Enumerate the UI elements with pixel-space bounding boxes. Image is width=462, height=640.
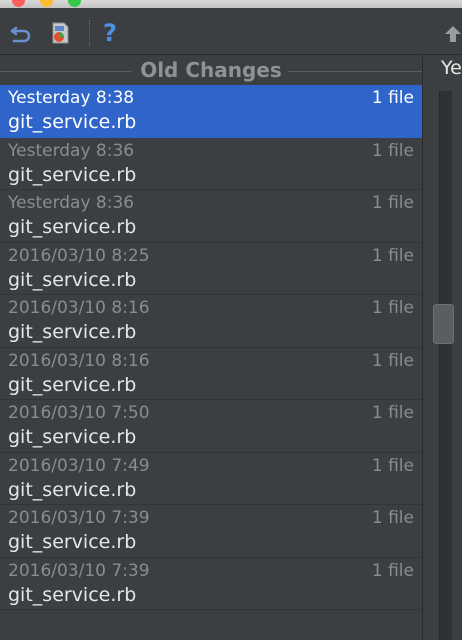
change-timestamp: Yesterday 8:38 — [8, 88, 135, 108]
file-name: git_service.rb — [8, 478, 137, 501]
change-timestamp: 2016/03/10 8:25 — [8, 245, 150, 266]
change-timestamp: 2016/03/10 7:49 — [8, 455, 150, 476]
group-header: Old Changes — [0, 55, 422, 85]
file-name: git_service.rb — [8, 163, 137, 186]
details-panel: Ye — [423, 55, 462, 640]
file-name: git_service.rb — [8, 321, 137, 343]
group-title: Old Changes — [140, 58, 282, 82]
vertical-scrollbar[interactable] — [439, 91, 452, 640]
list-item[interactable]: Yesterday 8:38 1 file git_service.rb — [0, 85, 422, 138]
file-count: 1 file — [371, 140, 414, 161]
file-name: git_service.rb — [8, 216, 137, 238]
history-list-panel: Old Changes Yesterday 8:38 1 file git_serv… — [0, 55, 423, 640]
change-timestamp: Yesterday 8:36 — [8, 193, 135, 213]
file-name: git_service.rb — [8, 426, 137, 448]
help-icon: ? — [103, 19, 117, 47]
file-name: git_service.rb — [8, 268, 137, 291]
list-item[interactable]: Yesterday 8:36 1 file git_service.rb — [0, 190, 422, 243]
list-item[interactable]: 2016/03/10 8:25 1 file git_service.rb — [0, 243, 422, 295]
list-item[interactable]: Yesterday 8:36 1 file git_service.rb — [0, 138, 422, 190]
window-title-bar — [0, 0, 462, 8]
change-timestamp: 2016/03/10 7:39 — [8, 508, 150, 528]
divider — [288, 71, 422, 72]
file-count: 1 file — [371, 455, 414, 476]
toolbar-separator — [89, 20, 91, 46]
change-timestamp: Yesterday 8:36 — [8, 140, 135, 161]
list-item[interactable]: 2016/03/10 8:16 1 file git_service.rb — [0, 348, 422, 400]
file-name: git_service.rb — [8, 531, 137, 553]
change-timestamp: 2016/03/10 7:50 — [8, 403, 150, 423]
list-item[interactable]: 2016/03/10 7:39 1 file git_service.rb — [0, 505, 422, 558]
change-timestamp: 2016/03/10 8:16 — [8, 298, 150, 318]
scrollbar-thumb[interactable] — [433, 304, 454, 344]
file-count: 1 file — [371, 508, 414, 528]
file-name: git_service.rb — [8, 583, 137, 606]
list-item[interactable]: 2016/03/10 8:16 1 file git_service.rb — [0, 295, 422, 348]
file-name: git_service.rb — [8, 111, 137, 133]
list-item[interactable]: 2016/03/10 7:49 1 file git_service.rb — [0, 453, 422, 505]
scroll-up-button[interactable] — [444, 24, 462, 44]
undo-button[interactable] — [8, 20, 34, 46]
file-name: git_service.rb — [8, 373, 137, 396]
list-item[interactable]: 2016/03/10 7:39 1 file git_service.rb — [0, 558, 422, 610]
revert-button[interactable] — [47, 20, 73, 46]
toolbar: ? — [0, 8, 462, 55]
help-button[interactable]: ? — [97, 20, 123, 46]
file-count: 1 file — [371, 350, 414, 371]
change-list: Yesterday 8:38 1 file git_service.rb Yester… — [0, 85, 422, 610]
undo-arrow-icon — [10, 26, 31, 43]
file-count: 1 file — [371, 245, 414, 266]
zoom-window-button[interactable] — [68, 0, 81, 7]
file-count: 1 file — [371, 193, 414, 213]
details-title: Ye — [441, 57, 462, 79]
up-arrow-icon — [445, 26, 461, 42]
file-count: 1 file — [371, 88, 414, 108]
list-item[interactable]: 2016/03/10 7:50 1 file git_service.rb — [0, 400, 422, 453]
change-timestamp: 2016/03/10 8:16 — [8, 350, 150, 371]
file-count: 1 file — [371, 560, 414, 581]
close-window-button[interactable] — [12, 0, 25, 7]
file-count: 1 file — [371, 298, 414, 318]
file-count: 1 file — [371, 403, 414, 423]
minimize-window-button[interactable] — [40, 0, 53, 7]
change-timestamp: 2016/03/10 7:39 — [8, 560, 150, 581]
revert-file-icon — [52, 22, 69, 44]
